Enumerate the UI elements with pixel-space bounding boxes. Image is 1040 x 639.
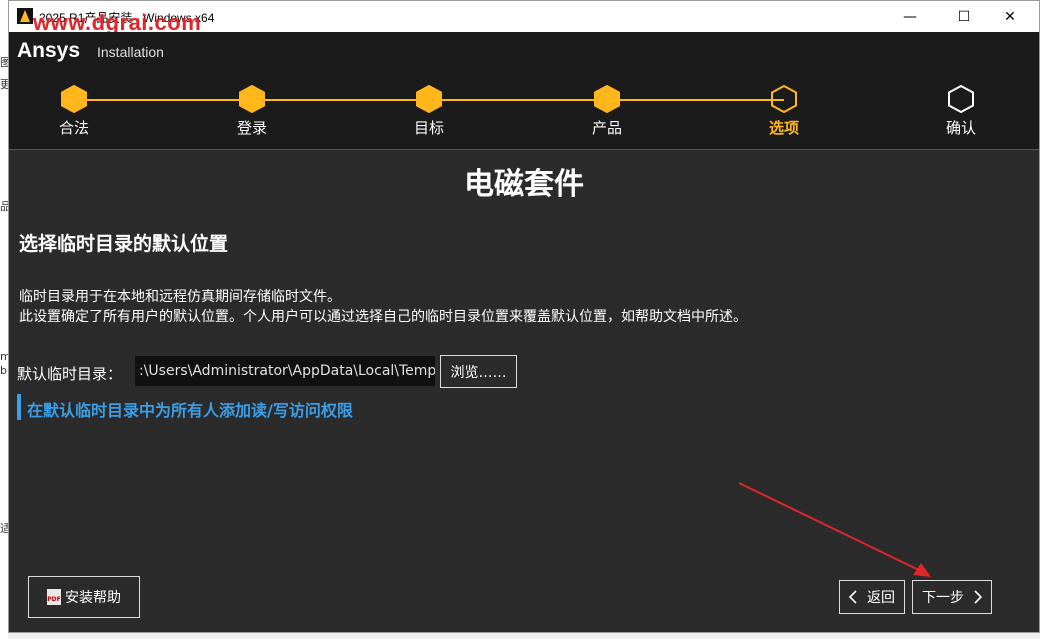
step-hexagon-icon: [239, 85, 265, 113]
description-line: 此设置确定了所有用户的默认位置。个人用户可以通过选择自己的临时目录位置来覆盖默认…: [19, 309, 747, 325]
logo-subtitle: Installation: [97, 44, 164, 60]
section-title: 电磁套件: [464, 167, 584, 202]
back-button[interactable]: 返回: [839, 580, 905, 614]
step-hexagon-icon: [61, 85, 87, 113]
chevron-right-icon: [974, 590, 982, 604]
temp-dir-input[interactable]: [135, 356, 435, 386]
step-item: 确认: [901, 85, 1021, 138]
step-hexagon-icon: [594, 85, 620, 113]
step-item: 合法: [14, 85, 134, 138]
installer-window: 2025 R1产品安装 - Windows x64 www.dgrai.com …: [8, 0, 1040, 633]
minimize-button[interactable]: —: [887, 1, 933, 32]
step-label: 登录: [236, 119, 267, 137]
title-bar[interactable]: 2025 R1产品安装 - Windows x64 www.dgrai.com …: [9, 1, 1039, 35]
minimize-icon: —: [903, 8, 917, 25]
permission-link[interactable]: 在默认临时目录中为所有人添加读/写访问权限: [27, 397, 353, 421]
install-help-label: 安装帮助: [65, 590, 121, 606]
browse-button[interactable]: 浏览……: [440, 355, 517, 388]
back-label: 返回: [867, 590, 895, 606]
maximize-icon: ☐: [957, 8, 971, 25]
temp-dir-label: 默认临时目录：: [17, 365, 123, 383]
header-divider: [9, 149, 1039, 150]
maximize-button[interactable]: ☐: [941, 1, 987, 32]
close-button[interactable]: ✕: [987, 1, 1033, 32]
next-label: 下一步: [922, 590, 964, 606]
step-label: 目标: [413, 119, 444, 137]
step-hexagon-icon: [948, 85, 974, 113]
step-label: 合法: [58, 119, 89, 137]
logo-text: Ansys: [17, 39, 81, 62]
step-item: 产品: [547, 85, 667, 138]
background-window-strip: [0, 0, 8, 639]
step-item: 目标: [369, 85, 489, 138]
chevron-left-icon: [849, 590, 857, 604]
step-label: 确认: [945, 119, 976, 137]
description-line: 临时目录用于在本地和远程仿真期间存储临时文件。: [19, 289, 341, 305]
background-text-fragment: b: [0, 364, 7, 377]
next-button[interactable]: 下一步: [912, 580, 992, 614]
install-help-button[interactable]: PDF 安装帮助: [28, 576, 140, 618]
page-subtitle: 选择临时目录的默认位置: [19, 233, 229, 255]
step-hexagon-icon: [416, 85, 442, 113]
step-hexagon-icon: [771, 85, 797, 113]
close-icon: ✕: [1004, 8, 1016, 25]
step-label: 选项: [768, 119, 799, 137]
ansys-app-icon: [17, 8, 33, 24]
ansys-logo: Ansys: [17, 39, 80, 63]
pdf-icon: PDF: [47, 589, 61, 605]
annotation-arrow-icon: [738, 482, 931, 577]
permission-link-accent: [17, 394, 21, 420]
step-item: 登录: [192, 85, 312, 138]
step-item: 选项: [724, 85, 844, 138]
step-label: 产品: [591, 119, 622, 137]
